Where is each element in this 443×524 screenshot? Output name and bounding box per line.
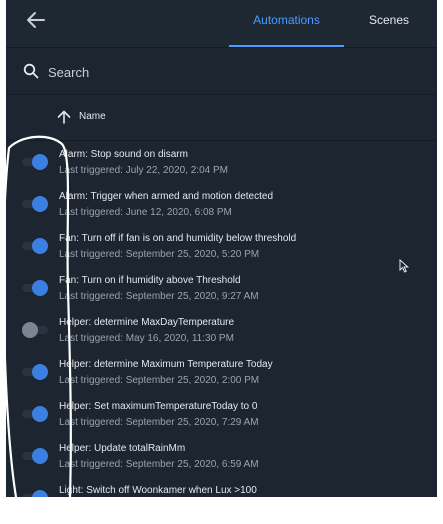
automation-list: Alarm: Stop sound on disarm Last trigger… bbox=[6, 141, 437, 497]
list-item[interactable]: Alarm: Trigger when armed and motion det… bbox=[6, 183, 437, 225]
arrow-left-icon bbox=[27, 12, 45, 28]
enable-toggle[interactable] bbox=[20, 364, 50, 380]
last-triggered: Last triggered: September 25, 2020, 6:59… bbox=[59, 459, 259, 470]
list-item[interactable]: Alarm: Stop sound on disarm Last trigger… bbox=[6, 141, 437, 183]
search-icon bbox=[23, 63, 39, 79]
enable-toggle[interactable] bbox=[20, 280, 50, 296]
arrow-up-icon[interactable] bbox=[57, 110, 71, 124]
enable-toggle[interactable] bbox=[20, 448, 50, 464]
list-item[interactable]: Helper: determine MaxDayTemperature Last… bbox=[6, 309, 437, 351]
mouse-pointer-icon bbox=[399, 259, 409, 273]
automations-screen: Automations Scenes Name Alarm: Stop soun… bbox=[6, 0, 437, 497]
list-item[interactable]: Fan: Turn off if fan is on and humidity … bbox=[6, 225, 437, 267]
sort-by-name-label[interactable]: Name bbox=[79, 111, 106, 122]
last-triggered: Last triggered: September 25, 2020, 9:27… bbox=[59, 291, 259, 302]
sort-header: Name bbox=[6, 95, 437, 141]
automation-name: Helper: determine Maximum Temperature To… bbox=[59, 359, 273, 370]
back-button[interactable] bbox=[24, 8, 48, 32]
automation-name: Light: Switch off Woonkamer when Lux >10… bbox=[59, 485, 257, 496]
last-triggered: Last triggered: May 16, 2020, 11:30 PM bbox=[59, 333, 234, 344]
automation-name: Helper: determine MaxDayTemperature bbox=[59, 317, 235, 328]
last-triggered: Last triggered: September 25, 2020, 7:29… bbox=[59, 417, 259, 428]
enable-toggle[interactable] bbox=[20, 490, 50, 497]
list-item[interactable]: Helper: determine Maximum Temperature To… bbox=[6, 351, 437, 393]
search-input[interactable] bbox=[46, 58, 410, 86]
last-triggered: Last triggered: July 22, 2020, 2:04 PM bbox=[59, 165, 228, 176]
enable-toggle[interactable] bbox=[20, 196, 50, 212]
list-item[interactable]: Fan: Turn on if humidity above Threshold… bbox=[6, 267, 437, 309]
list-item[interactable]: Helper: Update totalRainMm Last triggere… bbox=[6, 435, 437, 477]
enable-toggle[interactable] bbox=[20, 322, 50, 338]
search-bar bbox=[6, 48, 437, 95]
list-item[interactable]: Light: Switch off Woonkamer when Lux >10… bbox=[6, 477, 437, 497]
top-bar: Automations Scenes bbox=[6, 0, 437, 48]
enable-toggle[interactable] bbox=[20, 406, 50, 422]
enable-toggle[interactable] bbox=[20, 154, 50, 170]
tab-scenes[interactable]: Scenes bbox=[351, 0, 427, 47]
automation-name: Helper: Update totalRainMm bbox=[59, 443, 186, 454]
automation-name: Alarm: Trigger when armed and motion det… bbox=[59, 191, 273, 202]
automation-name: Fan: Turn off if fan is on and humidity … bbox=[59, 233, 297, 244]
enable-toggle[interactable] bbox=[20, 238, 50, 254]
list-item[interactable]: Helper: Set maximumTemperatureToday to 0… bbox=[6, 393, 437, 435]
automation-name: Fan: Turn on if humidity above Threshold bbox=[59, 275, 241, 286]
automation-name: Helper: Set maximumTemperatureToday to 0 bbox=[59, 401, 258, 412]
last-triggered: Last triggered: June 12, 2020, 6:08 PM bbox=[59, 207, 232, 218]
tab-automations[interactable]: Automations bbox=[229, 0, 344, 47]
last-triggered: Last triggered: September 25, 2020, 5:20… bbox=[59, 249, 260, 260]
last-triggered: Last triggered: September 25, 2020, 2:00… bbox=[59, 375, 260, 386]
automation-name: Alarm: Stop sound on disarm bbox=[59, 149, 188, 160]
